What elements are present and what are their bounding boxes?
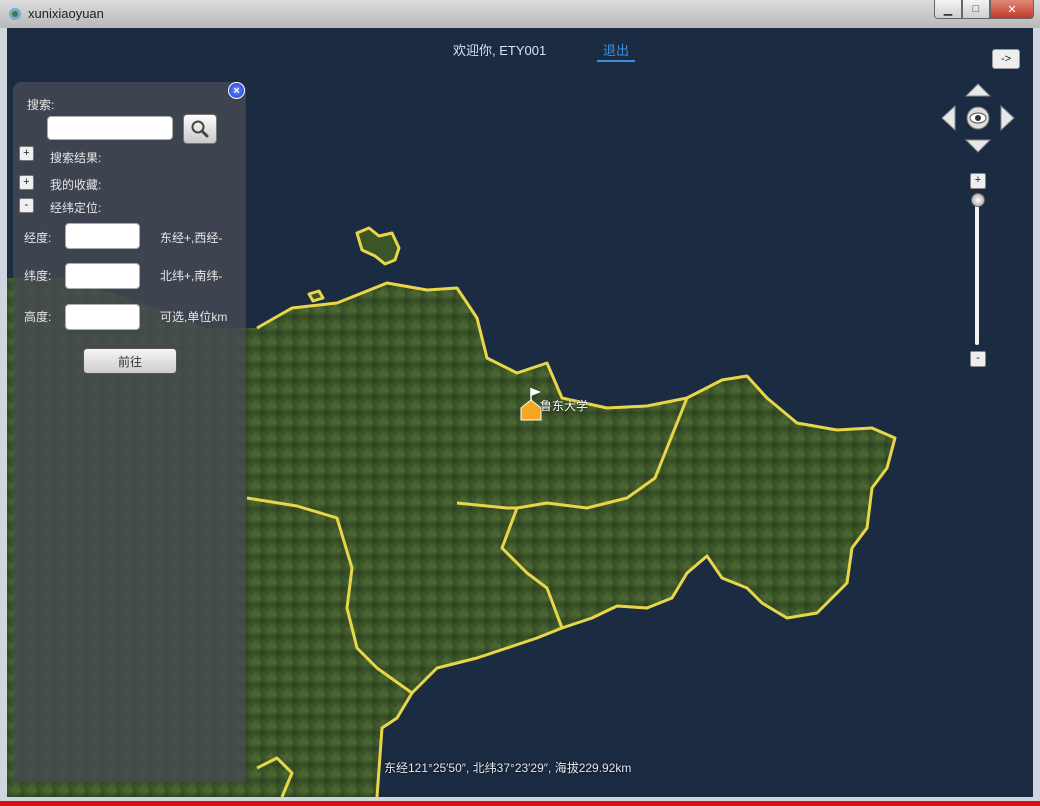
window-title: xunixiaoyuan xyxy=(28,6,104,21)
marker-label: 鲁东大学 xyxy=(540,399,589,413)
search-label: 搜索: xyxy=(27,98,55,112)
collapse-locate-button[interactable]: - xyxy=(19,198,34,213)
pan-left-icon[interactable] xyxy=(941,104,956,132)
search-panel xyxy=(13,82,246,782)
minimize-button[interactable]: ▁ xyxy=(934,0,962,19)
altitude-hint: 可选,单位km xyxy=(160,310,228,324)
longitude-field[interactable] xyxy=(65,223,140,249)
results-label: 搜索结果: xyxy=(50,151,102,165)
maximize-button[interactable]: □ xyxy=(962,0,990,19)
search-button[interactable] xyxy=(183,114,217,144)
title-bar: xunixiaoyuan ▁ □ ✕ xyxy=(0,0,1040,29)
latitude-hint: 北纬+,南纬- xyxy=(160,269,223,283)
welcome-text: 欢迎你, ETY001 xyxy=(453,43,547,58)
navigation-control[interactable] xyxy=(939,80,1017,158)
coordinates-readout: 东经121°25′50″, 北纬37°23′29″, 海拔229.92km xyxy=(384,761,632,775)
latitude-field[interactable] xyxy=(65,263,140,289)
altitude-field[interactable] xyxy=(65,304,140,330)
go-button[interactable]: 前往 xyxy=(83,348,177,374)
zoom-slider-track[interactable] xyxy=(975,193,979,345)
app-icon xyxy=(9,8,21,20)
expand-favorites-button[interactable]: + xyxy=(19,175,34,190)
latitude-label: 纬度: xyxy=(24,269,52,283)
longitude-label: 经度: xyxy=(24,231,52,245)
panel-close-icon[interactable]: × xyxy=(228,82,245,99)
pan-right-icon[interactable] xyxy=(1000,104,1015,132)
pan-down-icon[interactable] xyxy=(964,139,992,153)
zoom-slider-thumb[interactable] xyxy=(971,193,985,207)
zoom-in-button[interactable]: + xyxy=(970,173,986,189)
pan-up-icon[interactable] xyxy=(964,83,992,97)
locate-label: 经纬定位: xyxy=(50,201,102,215)
globe-viewport[interactable]: 欢迎你, ETY001 退出 -> + - × 搜索: + 搜索结果: + 我的… xyxy=(7,28,1033,797)
altitude-label: 高度: xyxy=(24,310,52,324)
zoom-out-button[interactable]: - xyxy=(970,351,986,367)
search-input[interactable] xyxy=(47,116,173,140)
expand-results-button[interactable]: + xyxy=(19,146,34,161)
logout-link[interactable]: 退出 xyxy=(597,40,636,62)
longitude-hint: 东经+,西经- xyxy=(160,231,223,245)
favorites-label: 我的收藏: xyxy=(50,178,102,192)
eye-icon[interactable] xyxy=(966,106,990,130)
close-window-button[interactable]: ✕ xyxy=(990,0,1034,19)
bottom-accent-bar xyxy=(0,801,1040,806)
search-icon xyxy=(191,120,209,138)
toggle-panel-button[interactable]: -> xyxy=(992,49,1020,69)
